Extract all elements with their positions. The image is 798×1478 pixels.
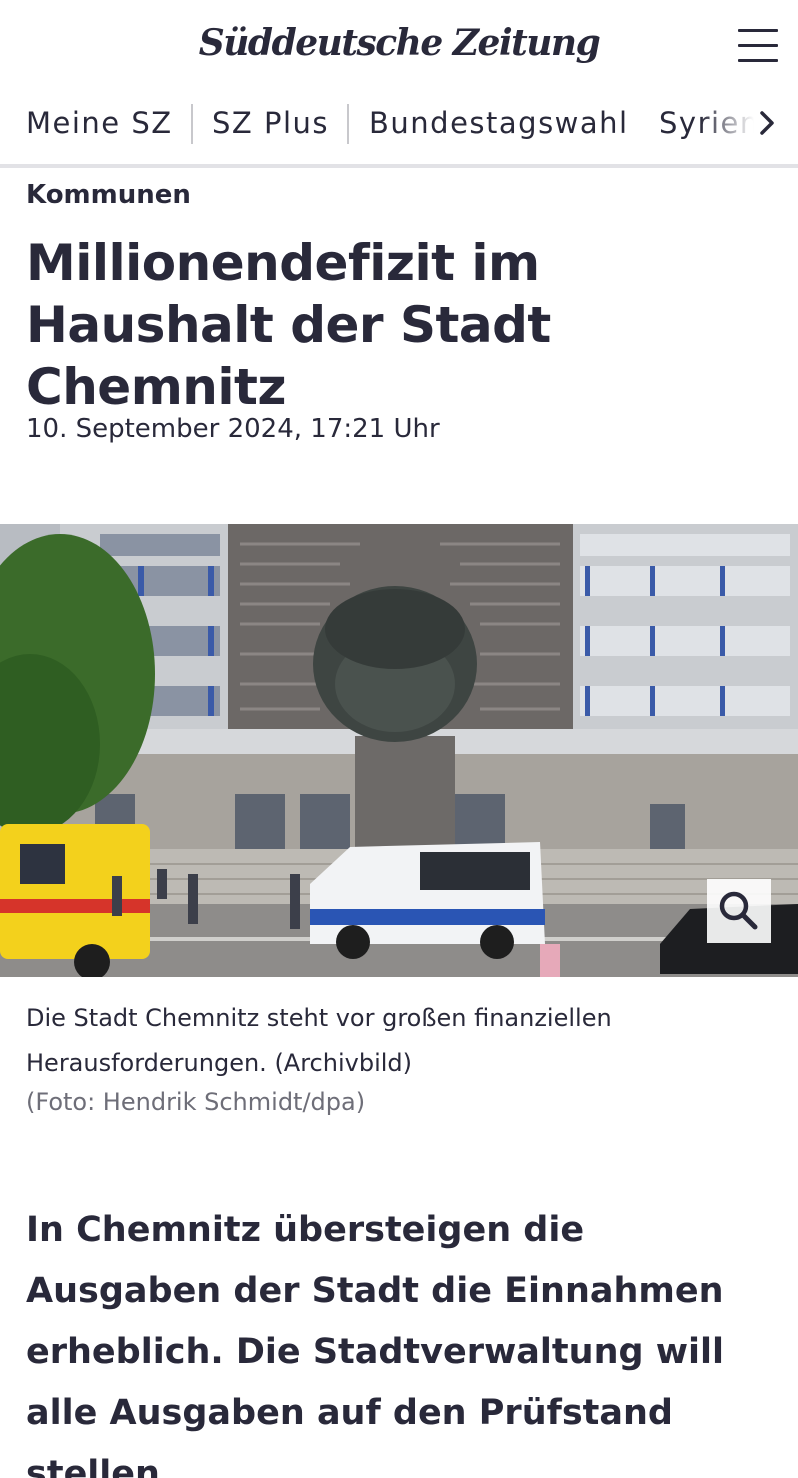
nav-fade [700, 92, 798, 164]
nav-divider [347, 104, 349, 144]
section-nav: Meine SZ SZ Plus Bundestagswahl Syrien [0, 92, 798, 168]
chevron-right-icon[interactable] [754, 108, 780, 138]
article-kicker: Kommunen [26, 180, 191, 210]
nav-divider [191, 104, 193, 144]
site-logo[interactable]: Süddeutsche Zeitung [0, 22, 798, 64]
image-caption: Die Stadt Chemnitz steht vor großen fina… [26, 1004, 612, 1077]
article-date: 10. September 2024, 17:21 Uhr [26, 414, 440, 444]
nav-item-meine-sz[interactable]: Meine SZ [26, 106, 173, 140]
article-headline: Millionendefizit im Haushalt der Stadt C… [26, 234, 551, 416]
magnifier-icon [719, 891, 758, 930]
nav-item-sz-plus[interactable]: SZ Plus [212, 106, 329, 140]
karl-marx-monument-photo [0, 524, 798, 977]
image-credit: (Foto: Hendrik Schmidt/dpa) [26, 1088, 366, 1116]
hamburger-menu-icon[interactable] [736, 26, 780, 66]
site-header: Süddeutsche Zeitung [0, 0, 798, 92]
image-zoom-button[interactable] [707, 879, 771, 943]
article-lead: In Chemnitz übersteigen die Ausgaben der… [26, 1210, 725, 1478]
article-image[interactable] [0, 524, 798, 977]
nav-item-bundestagswahl[interactable]: Bundestagswahl [369, 106, 629, 140]
